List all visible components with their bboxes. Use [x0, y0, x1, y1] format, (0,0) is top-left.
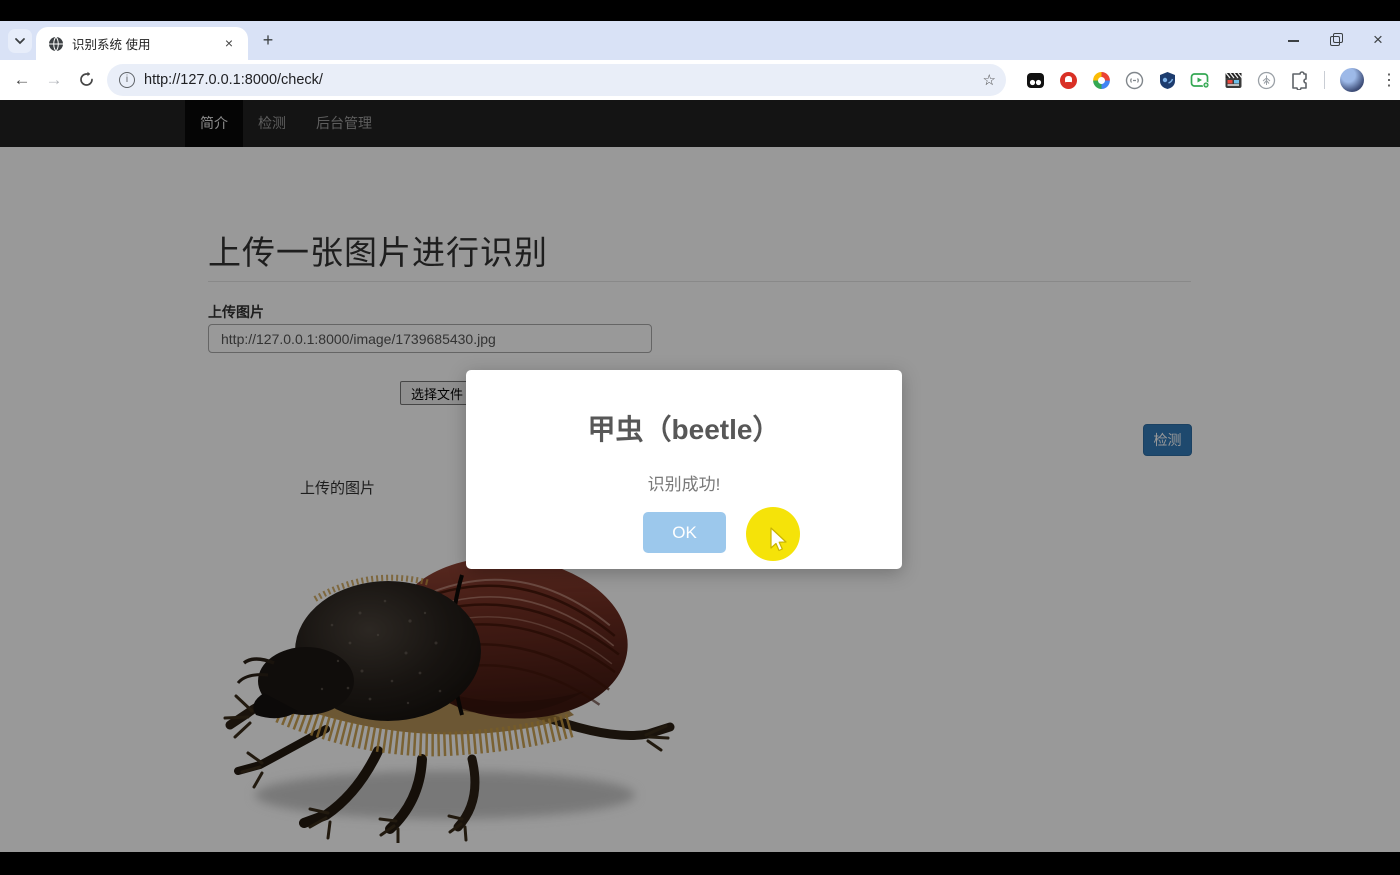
result-modal: 甲虫（beetle） 识别成功! OK: [466, 370, 902, 569]
black-mask-extension-icon[interactable]: [1025, 70, 1045, 90]
page-viewport: 简介 检测 后台管理 上传一张图片进行识别 上传图片 选择文件 检测 上传的图片: [0, 100, 1400, 852]
chevron-down-icon: [14, 35, 26, 47]
browser-toolbar: ← → i http://127.0.0.1:8000/check/ ☆: [0, 60, 1400, 100]
result-message: 识别成功!: [466, 470, 902, 495]
browser-menu-icon[interactable]: ⋮: [1377, 70, 1400, 90]
clapperboard-extension-icon[interactable]: [1223, 70, 1243, 90]
tab-search-button[interactable]: [8, 29, 32, 53]
globe-favicon-icon: [48, 36, 64, 52]
site-info-icon[interactable]: i: [119, 72, 135, 88]
extensions-row: ⋮: [1025, 69, 1400, 91]
window-restore-button[interactable]: [1328, 32, 1344, 48]
tab-close-icon[interactable]: ×: [220, 35, 238, 53]
bookmark-star-icon[interactable]: ☆: [983, 71, 996, 89]
result-title: 甲虫（beetle）: [466, 408, 902, 448]
forward-icon[interactable]: →: [42, 68, 66, 92]
screen-recording-frame: 识别系统 使用 × + × ← → i http://127.0.0.1:800…: [0, 0, 1400, 875]
back-icon[interactable]: ←: [10, 68, 34, 92]
new-tab-button[interactable]: +: [256, 29, 280, 53]
tab-title: 识别系统 使用: [72, 34, 220, 53]
window-minimize-button[interactable]: [1286, 32, 1302, 48]
circle-brackets-extension-icon[interactable]: [1124, 70, 1144, 90]
url-text[interactable]: http://127.0.0.1:8000/check/: [144, 72, 975, 88]
window-controls: ×: [1286, 27, 1394, 53]
ok-button[interactable]: OK: [643, 512, 726, 553]
window-close-button[interactable]: ×: [1370, 32, 1386, 48]
browser-tabstrip: 识别系统 使用 × + ×: [0, 21, 1400, 60]
profile-avatar[interactable]: [1340, 68, 1364, 92]
browser-tab-active[interactable]: 识别系统 使用 ×: [36, 27, 248, 60]
address-bar[interactable]: i http://127.0.0.1:8000/check/ ☆: [107, 64, 1006, 96]
toolbar-divider: [1324, 71, 1325, 89]
extensions-puzzle-icon[interactable]: [1289, 70, 1309, 90]
reload-icon[interactable]: [74, 68, 98, 92]
color-ring-extension-icon[interactable]: [1091, 70, 1111, 90]
tree-circle-extension-icon[interactable]: [1256, 70, 1276, 90]
red-hand-extension-icon[interactable]: [1058, 70, 1078, 90]
video-capture-extension-icon[interactable]: [1190, 70, 1210, 90]
mouse-cursor-icon: [768, 527, 788, 553]
blue-shield-extension-icon[interactable]: [1157, 70, 1177, 90]
